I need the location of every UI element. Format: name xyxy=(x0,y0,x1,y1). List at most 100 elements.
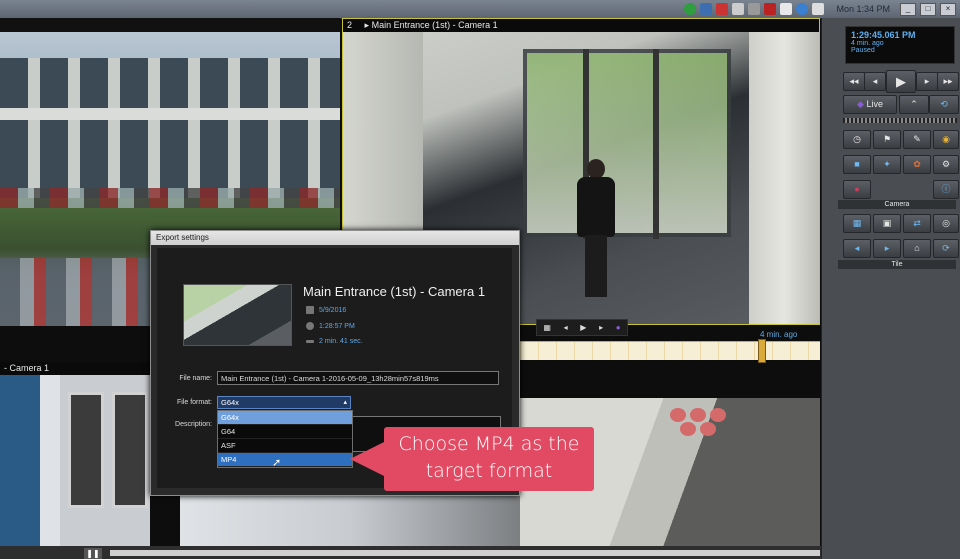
tile-swap-icon[interactable]: ⇄ xyxy=(903,214,931,233)
export-time-row: 1:28:57 PM xyxy=(306,322,355,330)
file-format-options: G64x G64 ASF MP4 xyxy=(217,410,353,468)
video-glass-door xyxy=(523,49,731,237)
file-name-label: File name: xyxy=(179,375,212,382)
step-back-button[interactable]: ◂ xyxy=(864,72,886,91)
description-label: Description: xyxy=(175,421,212,428)
format-option-g64x[interactable]: G64x xyxy=(218,411,352,425)
microphone-icon[interactable]: ● xyxy=(843,180,871,199)
speed-button[interactable]: ⌃ xyxy=(899,95,929,114)
callout-line-2: target format xyxy=(425,460,553,482)
format-option-mp4[interactable]: MP4 xyxy=(218,453,352,467)
fast-forward-button[interactable]: ▸▸ xyxy=(937,72,959,91)
clock-icon xyxy=(306,322,314,330)
seek-bar[interactable] xyxy=(110,550,820,556)
callout-line-1: Choose MP4 as the xyxy=(398,433,580,455)
speed-slider[interactable] xyxy=(843,118,957,123)
tile-camera-icon[interactable]: ◎ xyxy=(933,214,959,233)
tile-title-bar: - Camera 1 xyxy=(0,362,150,375)
tile-time-ago: 4 min. ago xyxy=(760,330,798,339)
live-button[interactable]: ◆ Live xyxy=(843,95,897,114)
tile-playback-controls: ▦ ◂ ▶ ▸ ● xyxy=(536,319,628,336)
snapshot-icon[interactable]: ◉ xyxy=(933,130,959,149)
square-icon[interactable]: ■ xyxy=(843,155,871,174)
globe-icon[interactable] xyxy=(796,3,809,15)
step-back-icon[interactable]: ◂ xyxy=(564,323,568,332)
file-format-select[interactable]: G64x ▴ xyxy=(217,396,351,409)
minimize-button[interactable]: _ xyxy=(900,2,916,16)
calendar-icon xyxy=(306,306,314,314)
dialog-title: Export settings xyxy=(151,231,519,245)
person-body xyxy=(577,177,615,237)
export-icon[interactable]: ● xyxy=(616,323,621,332)
clock-icon[interactable]: ◷ xyxy=(843,130,871,149)
close-button[interactable]: × xyxy=(940,2,956,16)
person-figure xyxy=(575,159,617,299)
maximize-button[interactable]: □ xyxy=(920,2,936,16)
tile-prev-icon[interactable]: ◂ xyxy=(843,239,871,258)
tile-title: - Camera 1 xyxy=(4,363,50,373)
export-duration-row: 2 min. 41 sec. xyxy=(306,338,363,345)
format-option-asf[interactable]: ASF xyxy=(218,439,352,453)
door-frame xyxy=(653,49,659,239)
duration-icon xyxy=(306,340,314,343)
settings-icon[interactable]: ⚙ xyxy=(933,155,959,174)
network-icon[interactable] xyxy=(812,3,825,15)
device-icon[interactable] xyxy=(732,3,745,15)
play-button[interactable]: ▶ xyxy=(886,70,916,93)
playback-info: 1:29:45.061 PM 4 min. ago Paused xyxy=(845,26,955,64)
notification-icon[interactable] xyxy=(764,3,777,15)
info-icon[interactable]: ⓘ xyxy=(933,180,959,199)
format-option-g64[interactable]: G64 xyxy=(218,425,352,439)
video-building-band xyxy=(0,108,340,120)
usb-icon[interactable] xyxy=(748,3,761,15)
person-head xyxy=(587,159,605,179)
video-stool xyxy=(670,408,686,422)
file-name-input[interactable]: Main Entrance (1st) - Camera 1-2016-05-0… xyxy=(217,371,499,385)
bookmark-icon[interactable]: ⚑ xyxy=(873,130,901,149)
export-date: 5/9/2016 xyxy=(319,306,347,314)
timeline-marker[interactable] xyxy=(758,339,766,363)
person-legs xyxy=(585,235,607,297)
tile-index: 2 xyxy=(347,20,353,30)
play-icon[interactable]: ▶ xyxy=(580,323,586,332)
playback-status: Paused xyxy=(851,47,875,54)
mouse-cursor-icon: ➚ xyxy=(272,457,282,469)
check-icon[interactable] xyxy=(684,3,697,15)
export-thumbnail xyxy=(183,284,292,346)
video-stool xyxy=(710,408,726,422)
playback-ago: 4 min. ago xyxy=(851,40,884,47)
step-forward-icon[interactable]: ▸ xyxy=(599,323,603,332)
tile-image-icon[interactable]: ▣ xyxy=(873,214,901,233)
video-stool xyxy=(700,422,716,436)
file-format-value: G64x xyxy=(221,398,239,407)
camera-icon: ▸ xyxy=(364,20,370,30)
video-door xyxy=(112,392,148,508)
tool-icon[interactable]: ✎ xyxy=(903,130,931,149)
alert-icon[interactable] xyxy=(716,3,729,15)
rewind-button[interactable]: ◂◂ xyxy=(843,72,865,91)
tile-next-icon[interactable]: ▸ xyxy=(873,239,901,258)
file-format-label: File format: xyxy=(176,399,212,406)
ptz-icon[interactable]: ✦ xyxy=(873,155,901,174)
timeline[interactable] xyxy=(520,341,820,360)
callout-text: Choose MP4 as the target format xyxy=(384,431,594,485)
tile-title-bar: 2 ▸ Main Entrance (1st) - Camera 1 xyxy=(343,19,819,32)
tile-grid-icon[interactable]: ▦ xyxy=(843,214,871,233)
loop-button[interactable]: ⟲ xyxy=(929,95,959,114)
home-icon[interactable]: ⌂ xyxy=(903,239,931,258)
step-forward-button[interactable]: ▸ xyxy=(916,72,938,91)
monitor-icon[interactable] xyxy=(700,3,713,15)
video-tile-3[interactable]: - Camera 1 xyxy=(0,362,150,559)
live-icon: ◆ xyxy=(857,99,864,109)
tile-section-label: Tile xyxy=(838,260,956,269)
export-time: 1:28:57 PM xyxy=(319,322,355,330)
refresh-icon[interactable]: ⟳ xyxy=(933,239,959,258)
video-stool xyxy=(690,408,706,422)
playback-time: 1:29:45.061 PM xyxy=(851,30,916,40)
clock: Mon 1:34 PM xyxy=(836,4,890,14)
pause-button[interactable]: ❚❚ xyxy=(84,548,102,559)
video-building xyxy=(0,58,340,198)
color-icon[interactable]: ✿ xyxy=(903,155,931,174)
volume-icon[interactable] xyxy=(780,3,793,15)
tile-layout-icon[interactable]: ▦ xyxy=(543,323,551,332)
